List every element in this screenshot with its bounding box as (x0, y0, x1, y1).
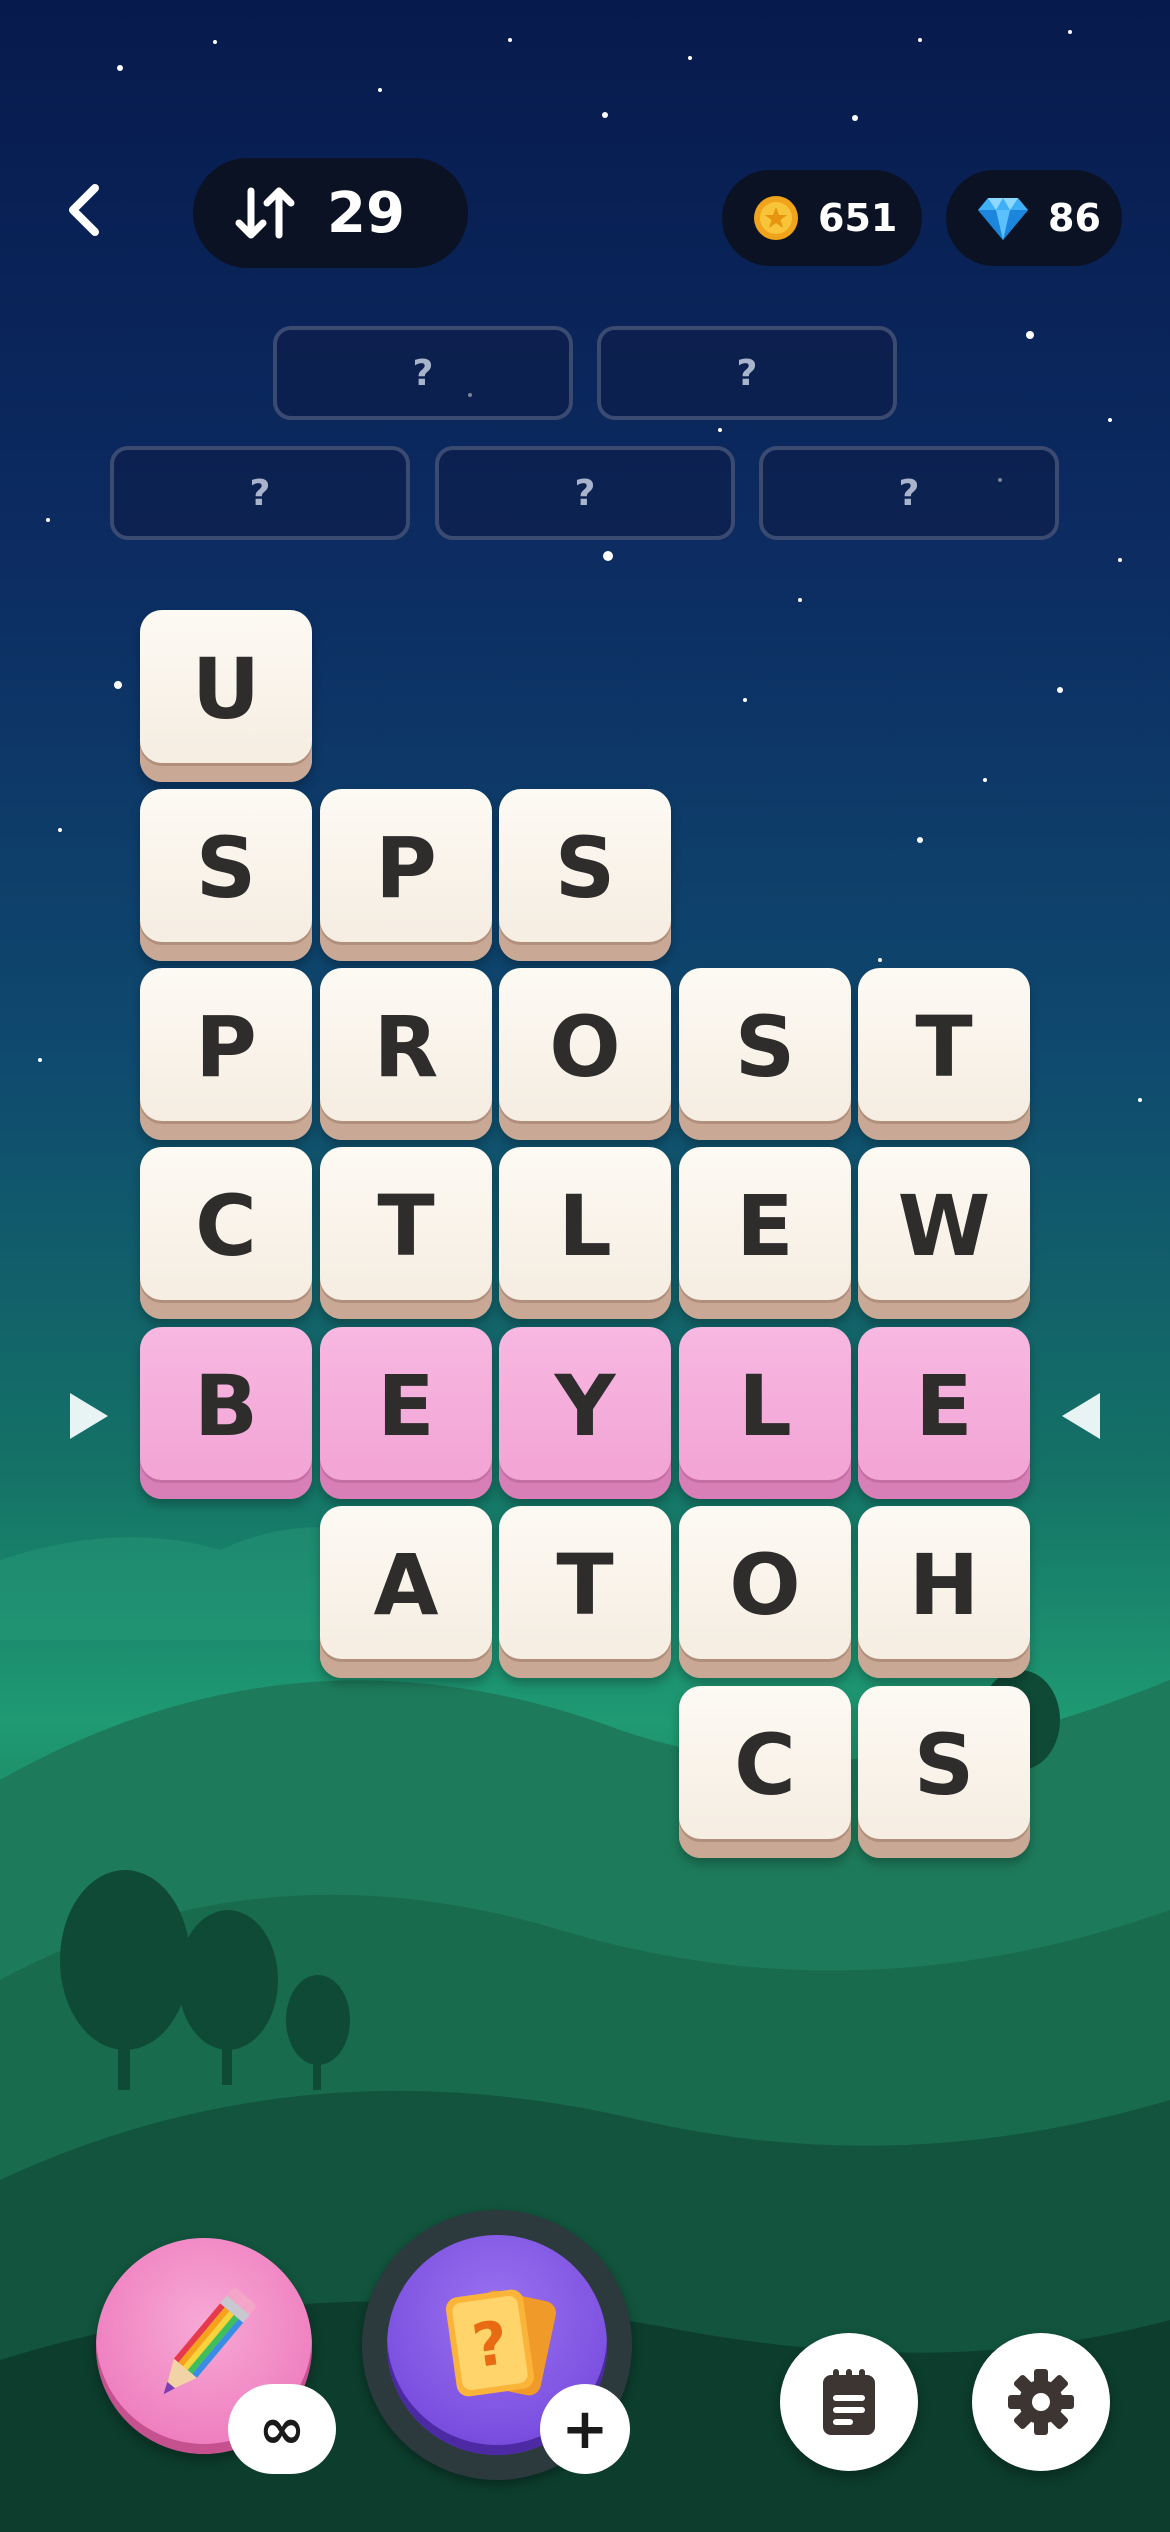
letter-tile-highlighted[interactable]: B (140, 1327, 312, 1499)
answer-slot: ? (759, 446, 1059, 540)
letter-tile[interactable]: S (140, 789, 312, 961)
gems-count: 86 (1048, 196, 1101, 240)
moves-counter: 29 (193, 158, 468, 268)
letter-tile[interactable]: S (679, 968, 851, 1140)
letter-tile-highlighted[interactable]: E (320, 1327, 492, 1499)
gems-counter[interactable]: 86 (946, 170, 1122, 266)
answer-slot: ? (110, 446, 410, 540)
letter-tile[interactable]: H (858, 1506, 1030, 1678)
letter-tile-highlighted[interactable]: L (679, 1327, 851, 1499)
coins-counter[interactable]: 651 (722, 170, 922, 266)
diamond-icon (978, 198, 1028, 240)
letter-tile-highlighted[interactable]: E (858, 1327, 1030, 1499)
letter-tile[interactable]: S (858, 1686, 1030, 1858)
back-button[interactable] (50, 175, 120, 245)
moves-count: 29 (327, 180, 405, 246)
row-left-arrow-icon[interactable] (66, 1389, 112, 1443)
letter-tile[interactable]: R (320, 968, 492, 1140)
letter-tile[interactable]: T (320, 1147, 492, 1319)
letter-tile[interactable]: P (320, 789, 492, 961)
letter-tile[interactable]: U (140, 610, 312, 782)
letter-tile[interactable]: C (679, 1686, 851, 1858)
coin-icon (754, 196, 798, 240)
settings-button[interactable] (972, 2333, 1110, 2471)
notepad-icon (823, 2369, 875, 2435)
answer-slot: ? (597, 326, 897, 420)
row-right-arrow-icon[interactable] (1058, 1389, 1104, 1443)
letter-tile[interactable]: O (499, 968, 671, 1140)
letter-tile[interactable]: T (499, 1506, 671, 1678)
letter-tile[interactable]: T (858, 968, 1030, 1140)
letter-tile[interactable]: A (320, 1506, 492, 1678)
chevron-left-icon (69, 184, 99, 236)
pencil-count-badge: ∞ (228, 2384, 336, 2474)
answer-slot: ? (273, 326, 573, 420)
letter-tile[interactable]: C (140, 1147, 312, 1319)
letter-tile[interactable]: S (499, 789, 671, 961)
gear-icon (1008, 2369, 1074, 2435)
letter-tile[interactable]: O (679, 1506, 851, 1678)
answer-slot: ? (435, 446, 735, 540)
letter-tile[interactable]: L (499, 1147, 671, 1319)
letter-tile[interactable]: P (140, 968, 312, 1140)
letter-tile[interactable]: W (858, 1147, 1030, 1319)
letter-tile-highlighted[interactable]: Y (499, 1327, 671, 1499)
letter-tile[interactable]: E (679, 1147, 851, 1319)
coins-count: 651 (818, 196, 898, 240)
hint-add-badge[interactable]: + (540, 2384, 630, 2474)
swap-arrows-icon (235, 187, 295, 239)
notes-button[interactable] (780, 2333, 918, 2471)
